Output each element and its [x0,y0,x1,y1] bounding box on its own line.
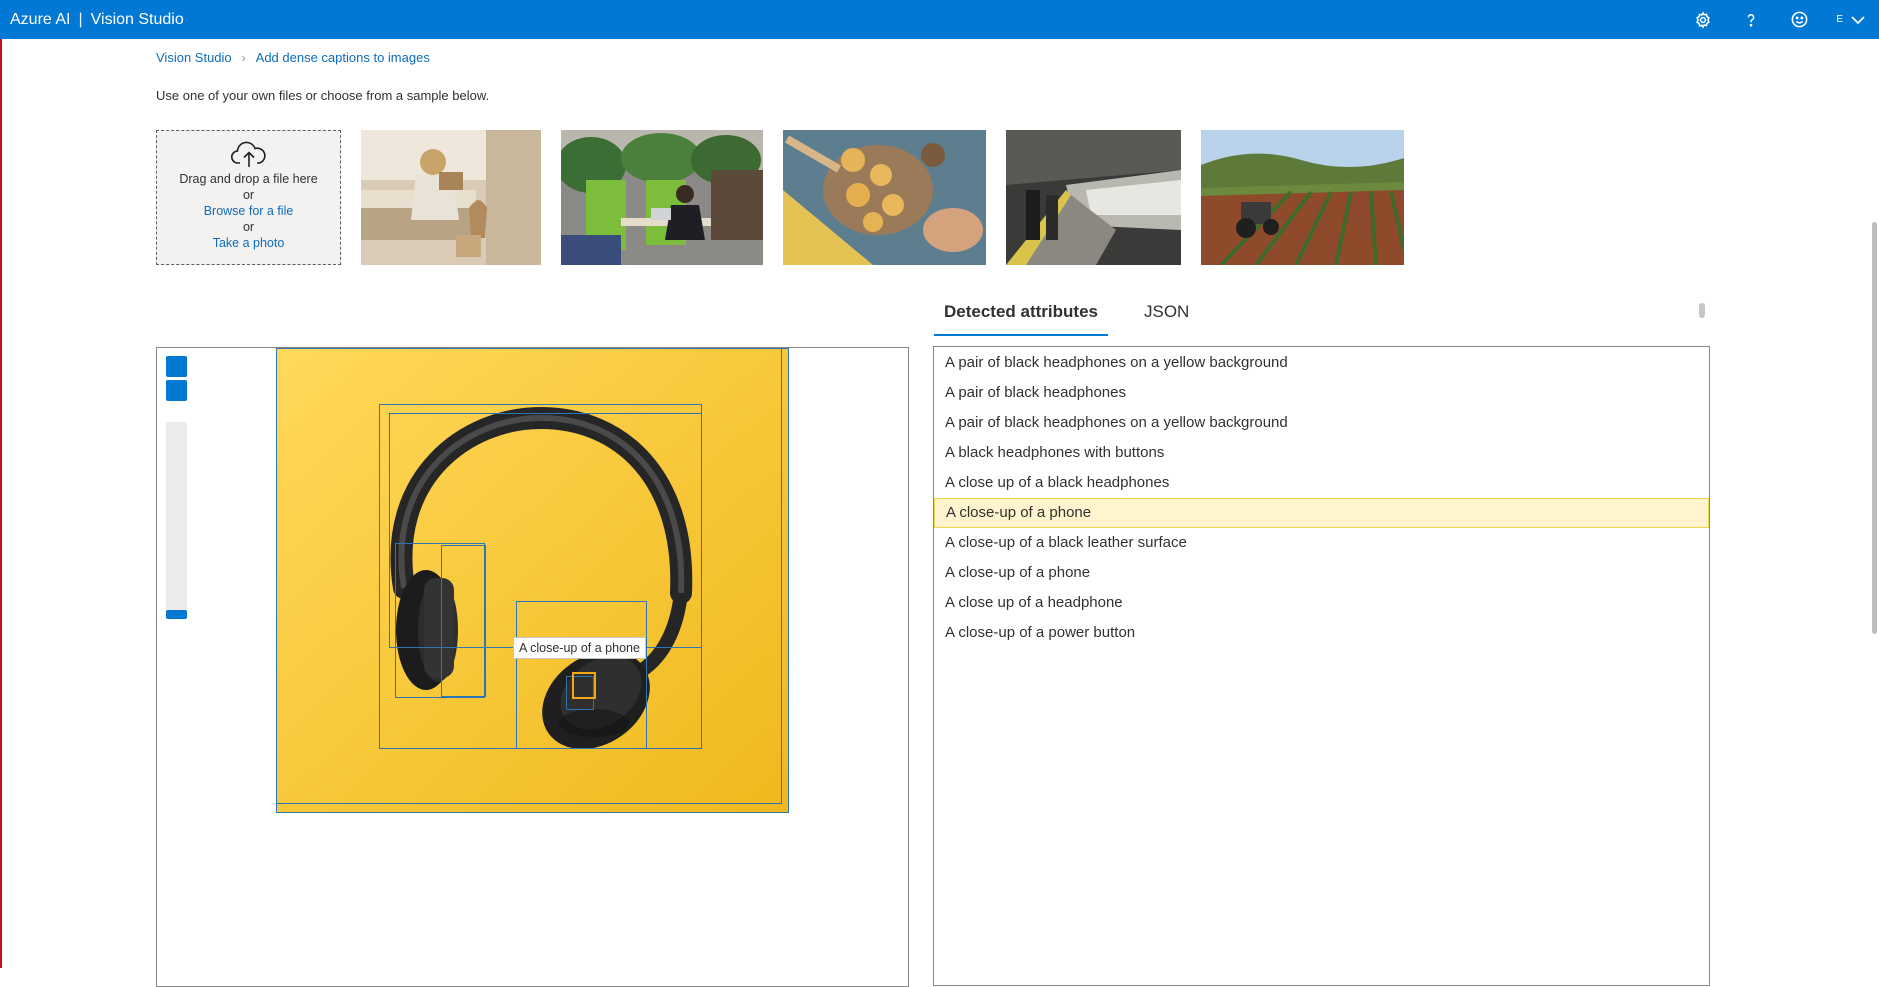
cloud-upload-icon [157,141,340,169]
page-scrollbar[interactable] [1872,222,1877,634]
caption-row[interactable]: A close-up of a phone [934,558,1709,588]
top-bar: Azure AI | Vision Studio E [0,0,1879,39]
captions-list: A pair of black headphones on a yellow b… [933,346,1710,986]
account-initial: E [1836,14,1843,25]
sample-image-office-worker[interactable] [561,130,763,265]
breadcrumb-current[interactable]: Add dense captions to images [256,50,430,65]
caption-row[interactable]: A close up of a black headphones [934,468,1709,498]
caption-row[interactable]: A close-up of a power button [934,618,1709,648]
chevron-down-icon [1851,15,1865,24]
chevron-right-icon: › [241,50,246,65]
zoom-slider-track[interactable] [166,422,187,617]
left-edge-marker [0,39,2,968]
brand-azure-ai: Azure AI [10,10,71,28]
gear-icon[interactable] [1692,9,1714,31]
caption-row[interactable]: A pair of black headphones on a yellow b… [934,348,1709,378]
caption-row[interactable]: A close-up of a black leather surface [934,528,1709,558]
sample-image-woman-with-dog[interactable] [361,130,541,265]
caption-row[interactable]: A pair of black headphones on a yellow b… [934,408,1709,438]
brand-separator: | [78,10,83,28]
brand[interactable]: Azure AI | Vision Studio [10,11,184,29]
bounding-box[interactable] [441,545,486,697]
zoom-slider-thumb[interactable] [166,610,187,619]
instructions-text: Use one of your own files or choose from… [156,88,490,103]
results-tabs: Detected attributes JSON [934,296,1199,336]
tab-json[interactable]: JSON [1134,296,1199,336]
caption-tooltip: A close-up of a phone [513,637,646,659]
image-viewer: A close-up of a phone [156,347,909,987]
smiley-icon[interactable] [1788,9,1810,31]
zoom-in-button[interactable] [166,356,187,377]
tab-scroll-indicator[interactable] [1699,303,1705,318]
or-text: or [242,188,255,202]
drag-drop-text: Drag and drop a file here [179,172,318,186]
brand-product: Vision Studio [90,10,184,28]
caption-row[interactable]: A black headphones with buttons [934,438,1709,468]
caption-row[interactable]: A pair of black headphones [934,378,1709,408]
sample-image-tractor-field[interactable] [1201,130,1404,265]
sample-image-train-station[interactable] [1006,130,1181,265]
upload-dropzone[interactable]: Drag and drop a file here or Browse for … [156,130,341,265]
help-icon[interactable] [1740,9,1762,31]
zoom-out-button[interactable] [166,380,187,401]
take-photo-link[interactable]: Take a photo [157,235,340,251]
sample-image-food-preparation[interactable] [783,130,986,265]
caption-row-selected[interactable]: A close-up of a phone [934,498,1709,528]
highlighted-bounding-box[interactable] [572,672,596,699]
breadcrumb-vision-studio[interactable]: Vision Studio [156,50,232,65]
account-menu[interactable]: E [1836,14,1865,25]
analyzed-image-canvas: A close-up of a phone [276,348,789,813]
browse-file-link[interactable]: Browse for a file [157,203,340,219]
tab-detected-attributes[interactable]: Detected attributes [934,296,1108,336]
or-text: or [242,220,255,234]
breadcrumb: Vision Studio › Add dense captions to im… [156,50,430,65]
caption-row[interactable]: A close up of a headphone [934,588,1709,618]
